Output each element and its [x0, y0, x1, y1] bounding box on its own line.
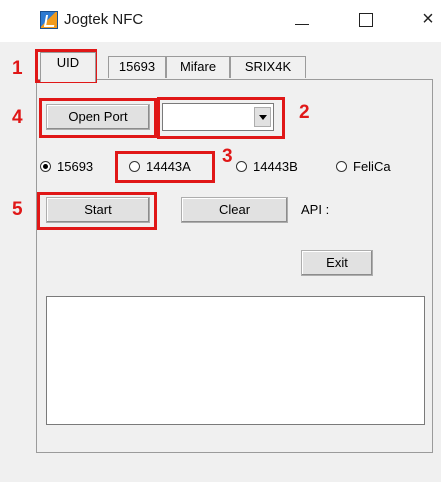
annotation-number-3: 3 — [222, 146, 233, 167]
radio-empty-icon — [336, 161, 347, 172]
jogtek-logo-icon — [40, 11, 58, 29]
open-port-button[interactable]: Open Port — [46, 104, 150, 130]
clear-button[interactable]: Clear — [181, 197, 288, 223]
maximize-icon[interactable] — [354, 8, 378, 32]
annotation-number-5: 5 — [12, 199, 23, 220]
annotation-number-2: 2 — [299, 102, 310, 123]
port-select[interactable] — [162, 103, 274, 131]
tab-15693[interactable]: 15693 — [108, 56, 166, 78]
tab-mifare[interactable]: Mifare — [166, 56, 230, 78]
exit-button[interactable]: Exit — [301, 250, 373, 276]
annotation-number-4: 4 — [12, 107, 23, 128]
radio-empty-icon — [129, 161, 140, 172]
radio-selected-icon — [40, 161, 51, 172]
window-title: Jogtek NFC — [64, 11, 144, 28]
chevron-down-icon[interactable] — [254, 107, 271, 127]
radio-felica-label: FeliCa — [353, 159, 391, 174]
radio-14443a-label: 14443A — [146, 159, 191, 174]
output-textarea[interactable] — [46, 296, 425, 425]
radio-14443a[interactable]: 14443A — [129, 157, 191, 177]
title-bar: Jogtek NFC × — [0, 0, 441, 42]
radio-empty-icon — [236, 161, 247, 172]
radio-felica[interactable]: FeliCa — [336, 157, 391, 177]
tab-srix4k[interactable]: SRIX4K — [230, 56, 306, 78]
minimize-icon[interactable] — [290, 8, 314, 32]
radio-15693[interactable]: 15693 — [40, 157, 93, 177]
api-label: API : — [301, 202, 330, 217]
close-icon[interactable]: × — [416, 8, 440, 32]
start-button[interactable]: Start — [46, 197, 150, 223]
annotation-number-1: 1 — [12, 58, 23, 79]
tab-uid[interactable]: UID — [40, 52, 96, 82]
radio-15693-label: 15693 — [57, 159, 94, 174]
radio-14443b[interactable]: 14443B — [236, 157, 298, 177]
app-window: Jogtek NFC × UID 15693 Mifare SRIX4K Ope… — [0, 0, 441, 482]
radio-14443b-label: 14443B — [253, 159, 298, 174]
